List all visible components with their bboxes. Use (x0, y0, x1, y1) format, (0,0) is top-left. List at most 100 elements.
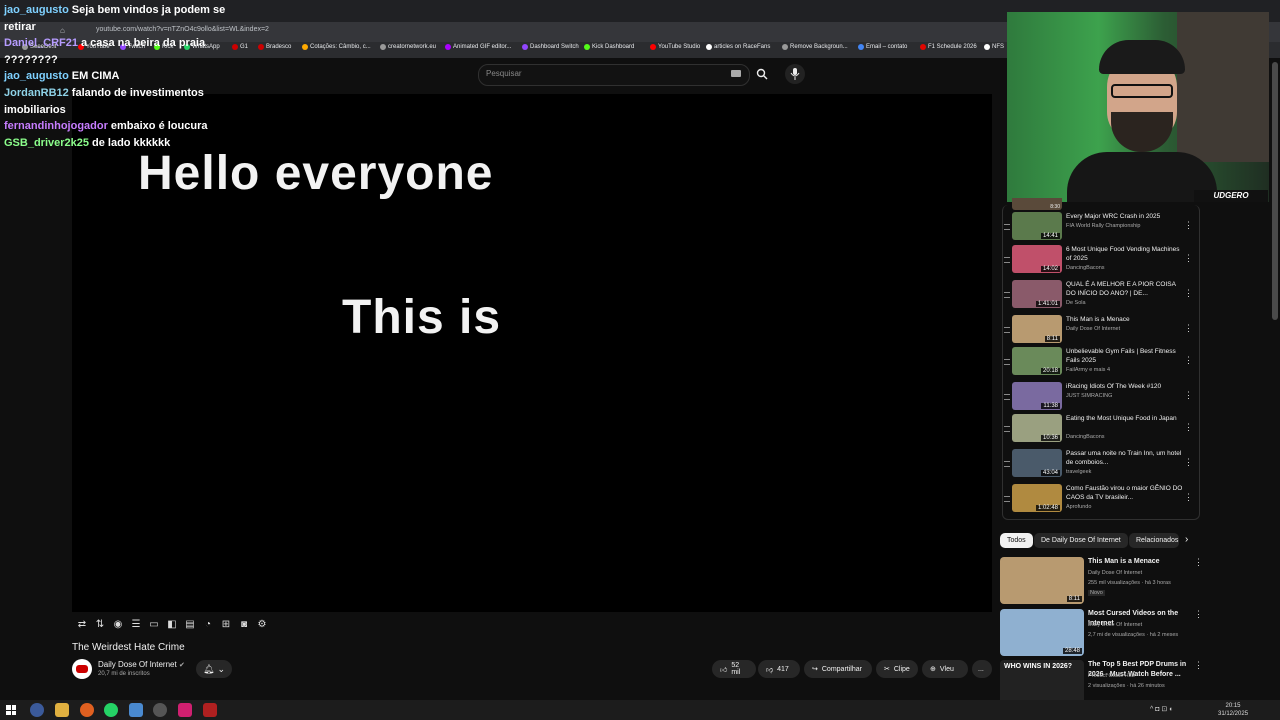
playlist-item[interactable]: 11:38 iRacing Idiots Of The Week #120 JUST… (1012, 382, 1193, 414)
more-vert-icon[interactable]: ⋮ (1184, 422, 1193, 433)
chevron-right-icon[interactable]: › (1185, 534, 1188, 545)
channel-name[interactable]: Daily Dose Of Internet ✔ (98, 660, 185, 669)
search-button[interactable] (750, 64, 774, 84)
rec-title[interactable]: This Man is a Menace (1088, 557, 1188, 567)
more-vert-icon[interactable]: ⋮ (1184, 253, 1193, 264)
more-vert-icon[interactable]: ⋮ (1194, 609, 1203, 620)
more-vert-icon[interactable]: ⋮ (1184, 390, 1193, 401)
add-icon[interactable]: ⊞ (220, 619, 232, 631)
playlist-item[interactable]: 14:41 Every Major WRC Crash in 2025 FIA Wo… (1012, 212, 1193, 244)
screenshot-icon[interactable]: ◙ (238, 619, 250, 631)
bookmark-item[interactable]: Kick Dashboard (584, 44, 634, 50)
chip-channel[interactable]: De Daily Dose Of Internet (1034, 533, 1128, 548)
playlist-thumbnail[interactable]: 11:38 (1012, 382, 1062, 410)
theater-icon[interactable]: ▭ (148, 619, 160, 631)
like-button[interactable]: 👍︎ 52 mil (712, 660, 756, 678)
more-vert-icon[interactable]: ⋮ (1184, 323, 1193, 334)
rec-thumbnail[interactable]: 8:11 (1000, 557, 1084, 604)
drag-handle-icon[interactable] (1004, 461, 1010, 467)
more-vert-icon[interactable]: ⋮ (1184, 220, 1193, 231)
more-vert-icon[interactable]: ⋮ (1194, 660, 1203, 671)
bookmark-item[interactable]: YouTube Studio (650, 44, 700, 50)
miniplayer-icon[interactable]: ◧ (166, 619, 178, 631)
more-vert-icon[interactable]: ⋮ (1194, 557, 1203, 568)
save-button[interactable]: ⊕ Vleu (922, 660, 968, 678)
playlist-title[interactable]: Every Major WRC Crash in 2025 (1066, 212, 1186, 221)
playlist-thumbnail[interactable]: 14:02 (1012, 245, 1062, 273)
channel-avatar[interactable] (72, 659, 92, 679)
recommendation-item[interactable]: 8:11 This Man is a Menace Daily Dose Of In… (1000, 557, 1203, 607)
bookmark-item[interactable]: F1 Schedule 2026 (920, 44, 977, 50)
more-vert-icon[interactable]: ⋮ (1184, 457, 1193, 468)
playlist-title[interactable]: Passar uma noite no Train Inn, um hotel … (1066, 449, 1186, 467)
sort-icon[interactable]: ⇅ (94, 619, 106, 631)
playlist-thumbnail[interactable]: 8:11 (1012, 315, 1062, 343)
drag-handle-icon[interactable] (1004, 327, 1010, 333)
recommendation-item[interactable]: 28:48 Most Cursed Videos on the Internet D… (1000, 609, 1203, 659)
playlist-icon[interactable]: ☰ (130, 619, 142, 631)
chip-all[interactable]: Todos (1000, 533, 1033, 548)
playlist-thumbnail[interactable]: 1:41:01 (1012, 280, 1062, 308)
rec-thumbnail[interactable]: 28:48 (1000, 609, 1084, 656)
loop-icon[interactable]: ⇄ (76, 619, 88, 631)
playlist-thumbnail[interactable]: 14:41 (1012, 212, 1062, 240)
more-vert-icon[interactable]: ⋮ (1184, 492, 1193, 503)
obs-icon[interactable] (153, 703, 167, 717)
drag-handle-icon[interactable] (1004, 394, 1010, 400)
playlist-title[interactable]: Eating the Most Unique Food in Japan (1066, 414, 1186, 423)
playlist-item[interactable]: 14:02 6 Most Unique Food Vending Machines… (1012, 245, 1193, 277)
start-icon[interactable] (6, 705, 16, 715)
dislike-button[interactable]: 👎︎ 417 (758, 660, 800, 678)
playlist-item[interactable]: 20:18 Unbelievable Gym Fails | Best Fitne… (1012, 347, 1193, 379)
more-vert-icon[interactable]: ⋮ (1184, 288, 1193, 299)
streaming-app-icon[interactable] (203, 703, 217, 717)
app-icon[interactable] (178, 703, 192, 717)
page-scrollbar[interactable] (1272, 62, 1278, 320)
playlist-title[interactable]: QUAL É A MELHOR E A PIOR COISA DO INÍCIO… (1066, 280, 1186, 298)
playlist-item[interactable]: 10:36 Eating the Most Unique Food in Japa… (1012, 414, 1193, 446)
share-button[interactable]: ↪ Compartilhar (804, 660, 872, 678)
drag-handle-icon[interactable] (1004, 257, 1010, 263)
audio-icon[interactable]: ◉ (112, 619, 124, 631)
playlist-item[interactable]: 1:02:48 Como Faustão virou o maior GÊNIO … (1012, 484, 1193, 516)
bookmark-item[interactable]: Remove Backgroun... (782, 44, 848, 50)
taskbar-clock[interactable]: 20:15 31/12/2025 (1218, 702, 1248, 718)
firefox-icon[interactable] (80, 703, 94, 717)
playlist-thumbnail[interactable]: 43:04 (1012, 449, 1062, 477)
bookmark-item[interactable]: Email – contato (858, 44, 907, 50)
bookmark-item[interactable]: Bradesco (258, 44, 291, 50)
playlist-title[interactable]: Unbelievable Gym Fails | Best Fitness Fa… (1066, 347, 1186, 365)
playlist-title[interactable]: This Man is a Menace (1066, 315, 1186, 324)
bookmark-item[interactable]: G1 (232, 44, 248, 50)
bookmark-item[interactable]: NFS (984, 44, 1004, 50)
bookmark-item[interactable]: Animated GIF editor... (445, 44, 511, 50)
playlist-item[interactable]: 1:41:01 QUAL É A MELHOR E A PIOR COISA DO… (1012, 280, 1193, 312)
playlist-title[interactable]: 6 Most Unique Food Vending Machines of 2… (1066, 245, 1186, 263)
drag-handle-icon[interactable] (1004, 426, 1010, 432)
chip-related[interactable]: Relacionados (1129, 533, 1179, 548)
playlist-item[interactable]: 8:11 This Man is a Menace Daily Dose Of In… (1012, 315, 1193, 347)
playlist-thumbnail[interactable]: 1:02:48 (1012, 484, 1062, 512)
whatsapp-icon[interactable] (104, 703, 118, 717)
playlist-thumbnail[interactable]: 20:18 (1012, 347, 1062, 375)
bookmark-item[interactable]: articles on RaceFans (706, 44, 770, 50)
bookmark-item[interactable]: Dashboard Switch (522, 44, 579, 50)
subscribe-bell-button[interactable]: 🔔︎ ⌄ (196, 660, 232, 678)
more-vert-icon[interactable]: ⋮ (1184, 355, 1193, 366)
drag-handle-icon[interactable] (1004, 224, 1010, 230)
drag-handle-icon[interactable] (1004, 359, 1010, 365)
cinema-icon[interactable]: ▤ (184, 619, 196, 631)
edge-icon[interactable] (129, 703, 143, 717)
drag-handle-icon[interactable] (1004, 292, 1010, 298)
settings-icon[interactable]: ⚙ (256, 619, 268, 631)
clip-button[interactable]: ✂ Clipe (876, 660, 918, 678)
bookmark-item[interactable]: creatornetwork.eu (380, 44, 436, 50)
playlist-thumbnail[interactable]: 10:36 (1012, 414, 1062, 442)
drag-handle-icon[interactable] (1004, 496, 1010, 502)
more-actions-button[interactable]: ... (972, 660, 992, 678)
playlist-title[interactable]: iRacing Idiots Of The Week #120 (1066, 382, 1186, 391)
file-explorer-icon[interactable] (55, 703, 69, 717)
voice-search-button[interactable] (785, 64, 805, 84)
speed-icon[interactable]: ◔ (202, 619, 214, 631)
playlist-prev-thumbnail[interactable]: 8:30 (1012, 198, 1062, 210)
